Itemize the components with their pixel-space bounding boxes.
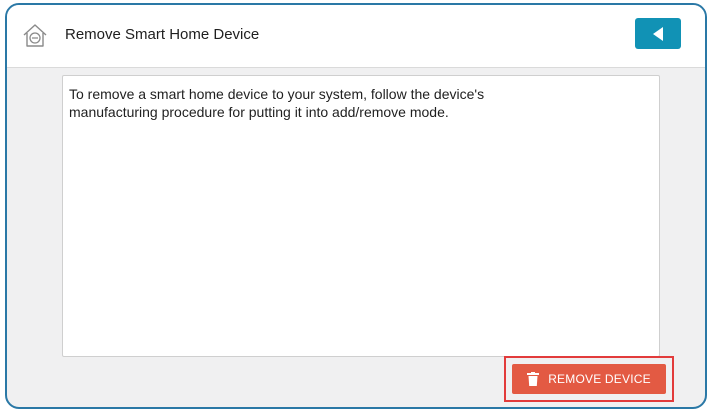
remove-device-button[interactable]: REMOVE DEVICE [512, 364, 666, 394]
page-title: Remove Smart Home Device [65, 26, 260, 43]
remove-button-highlight: REMOVE DEVICE [504, 356, 674, 402]
back-arrow-icon [653, 26, 663, 41]
instructions-panel: To remove a smart home device to your sy… [62, 75, 660, 357]
remove-device-label: REMOVE DEVICE [548, 372, 651, 386]
trash-icon [527, 372, 540, 386]
header-bar: Remove Smart Home Device [7, 5, 705, 68]
home-minus-icon [23, 24, 47, 47]
back-button[interactable] [635, 18, 681, 49]
device-frame: Remove Smart Home Device To remove a sma… [5, 3, 707, 409]
instructions-text: To remove a smart home device to your sy… [69, 86, 485, 120]
